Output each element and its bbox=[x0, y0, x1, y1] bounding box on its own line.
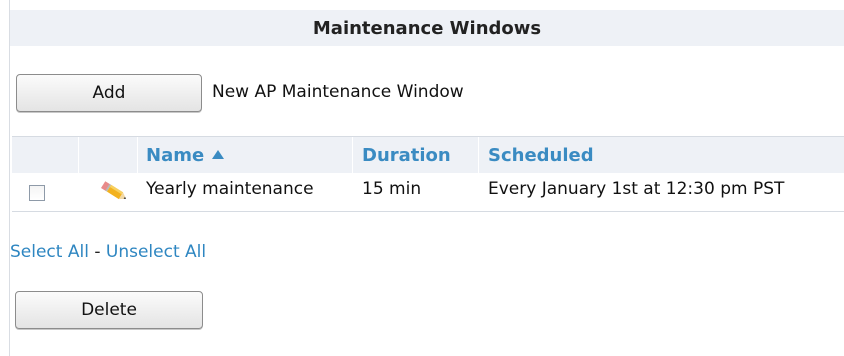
add-button[interactable]: Add bbox=[16, 74, 202, 112]
column-header-name[interactable]: Name bbox=[146, 145, 225, 166]
unselect-all-link[interactable]: Unselect All bbox=[106, 242, 206, 262]
column-separator bbox=[78, 137, 79, 173]
select-all-link[interactable]: Select All bbox=[10, 242, 89, 262]
row-name: Yearly maintenance bbox=[146, 179, 314, 199]
column-separator bbox=[478, 137, 479, 173]
sort-ascending-icon bbox=[212, 150, 225, 159]
column-separator bbox=[352, 137, 353, 173]
column-header-scheduled[interactable]: Scheduled bbox=[488, 145, 594, 166]
column-separator bbox=[137, 137, 138, 173]
delete-button[interactable]: Delete bbox=[15, 291, 203, 329]
add-description: New AP Maintenance Window bbox=[212, 82, 464, 102]
pencil-icon[interactable] bbox=[98, 179, 132, 205]
row-duration: 15 min bbox=[362, 179, 422, 199]
link-separator: - bbox=[88, 242, 106, 262]
selection-links: Select All - Unselect All bbox=[10, 242, 206, 262]
column-header-duration[interactable]: Duration bbox=[362, 145, 451, 166]
maintenance-table: Name Duration Scheduled Yearly maintenan… bbox=[12, 136, 844, 212]
row-scheduled: Every January 1st at 12:30 pm PST bbox=[488, 179, 785, 199]
panel-title: Maintenance Windows bbox=[10, 10, 844, 46]
row-checkbox[interactable] bbox=[29, 185, 45, 201]
left-border bbox=[9, 0, 10, 356]
column-header-name-label: Name bbox=[146, 145, 205, 166]
